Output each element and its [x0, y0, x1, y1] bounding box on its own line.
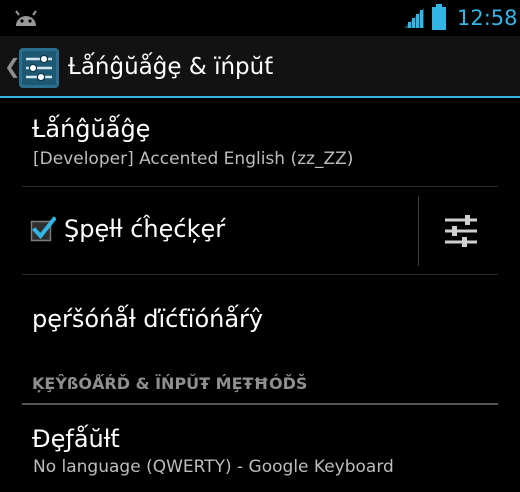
pref-summary: [Developer] Accented English (zz_ZZ)	[33, 149, 354, 169]
pref-item-default-keyboard[interactable]: Đȩƒǻŭƚƭ No language (QWERTY) - Google Ke…	[22, 420, 498, 492]
up-navigation-button[interactable]: ❮	[0, 36, 64, 98]
spell-checker-checkbox[interactable]	[30, 216, 56, 242]
settings-sliders-icon	[19, 48, 59, 88]
signal-icon	[404, 8, 424, 28]
action-bar: ❮ Ƚǻńĝŭǻĝȩ & ïńpŭƭ	[0, 36, 520, 98]
pref-item-personal-dictionary[interactable]: pȩŕšóńǻƚ ďïćƭïóńǻŕŷ	[22, 276, 498, 364]
list-divider	[22, 274, 498, 275]
spell-checker-settings-button[interactable]	[419, 188, 499, 274]
status-clock: 12:58	[457, 6, 518, 30]
page-title: Ƚǻńĝŭǻĝȩ & ïńpŭƭ	[68, 54, 274, 80]
pref-title: Đȩƒǻŭƚƭ	[32, 425, 120, 453]
pref-title: Şpȩƚƚ ćĥȩćķȩŕ	[64, 215, 226, 243]
android-debug-icon	[15, 10, 37, 26]
pref-summary: No language (QWERTY) - Google Keyboard	[33, 457, 394, 477]
pref-title: Ƚǻńĝŭǻĝȩ	[32, 115, 151, 143]
pref-title: pȩŕšóńǻƚ ďïćƭïóńǻŕŷ	[32, 305, 264, 333]
status-bar: 12:58	[0, 0, 520, 36]
action-bar-divider	[0, 96, 520, 98]
category-header: ĶȨŶßÓǺŔĎ & ÏŃPŬŦ ḾȨŦĦÓĎŠ	[32, 374, 308, 393]
pref-item-language[interactable]: Ƚǻńĝŭǻĝȩ [Developer] Accented English (z…	[22, 114, 498, 186]
list-divider	[22, 186, 498, 187]
sliders-icon	[445, 215, 477, 247]
battery-icon	[432, 4, 446, 30]
category-divider	[22, 403, 498, 405]
